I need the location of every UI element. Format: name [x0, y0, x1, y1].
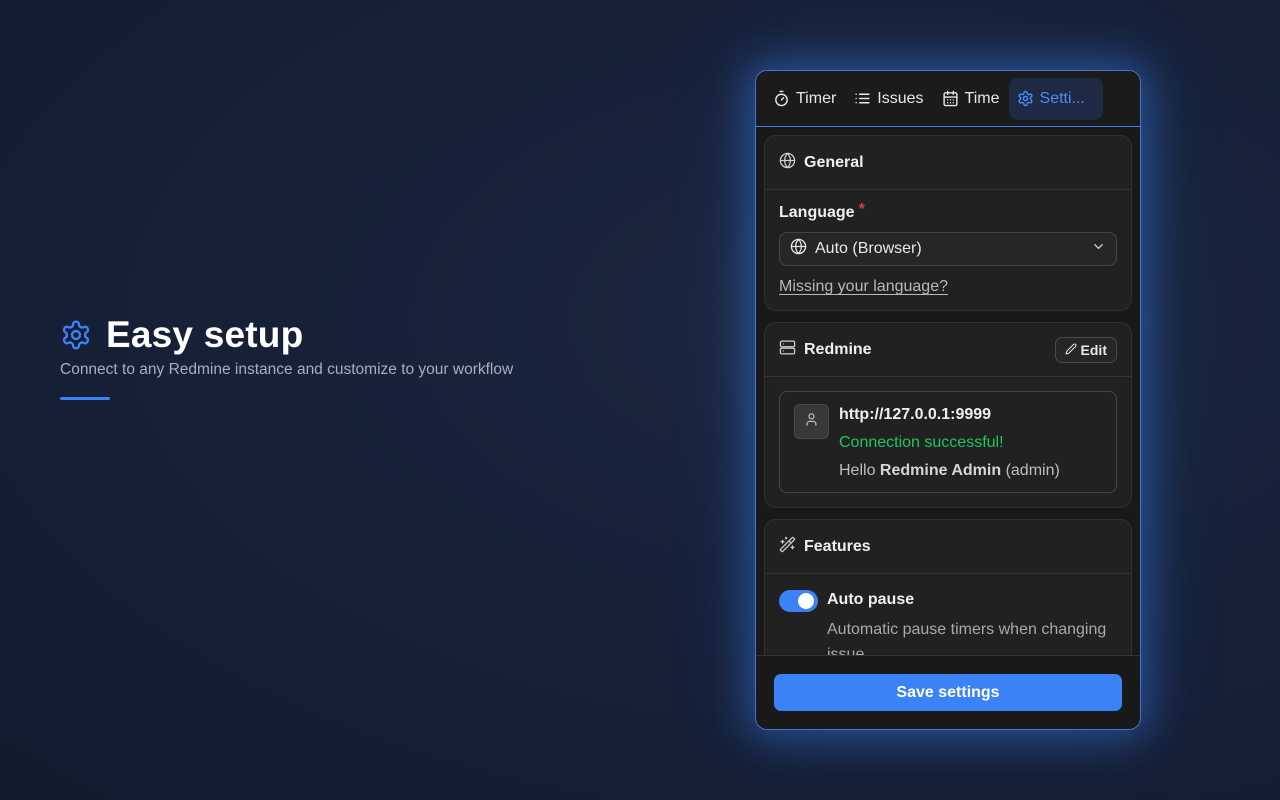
features-card-title: Features [804, 537, 871, 555]
connection-box: http://127.0.0.1:9999 Connection success… [779, 391, 1117, 493]
edit-button-label: Edit [1080, 341, 1107, 358]
chevron-down-icon [1091, 239, 1106, 259]
tab-settings[interactable]: Setti... [1008, 77, 1103, 120]
edit-button[interactable]: Edit [1054, 336, 1117, 363]
tab-label: Setti... [1039, 89, 1085, 107]
user-login: (admin) [1005, 462, 1060, 479]
feature-title: Auto pause [827, 591, 915, 608]
calendar-icon [942, 90, 959, 107]
magic-wand-icon [779, 536, 796, 558]
auto-pause-toggle[interactable] [779, 590, 818, 612]
hero-subtitle: Connect to any Redmine instance and cust… [60, 361, 514, 378]
greeting-prefix: Hello [839, 462, 876, 479]
tab-bar: Timer Issues Time Setti... [756, 71, 1140, 127]
save-settings-button[interactable]: Save settings [774, 674, 1122, 711]
hero-title: Easy setup [106, 314, 304, 355]
feature-description: Automatic pause timers when changing iss… [827, 621, 1107, 655]
language-label-text: Language [779, 204, 855, 221]
general-card: General Language * Auto (Browser) Missin… [764, 135, 1132, 311]
list-icon [854, 90, 871, 107]
connection-status: Connection successful! [839, 434, 1004, 451]
redmine-card: Redmine Edit http://127.0.0.1:9999 Conne… [764, 322, 1132, 508]
settings-scroll-area[interactable]: General Language * Auto (Browser) Missin… [756, 127, 1140, 655]
redmine-card-body: http://127.0.0.1:9999 Connection success… [765, 377, 1131, 507]
general-card-header: General [765, 136, 1131, 190]
tab-label: Issues [877, 89, 924, 107]
extension-popup: Timer Issues Time Setti... General Langu… [755, 70, 1141, 730]
avatar [794, 404, 829, 439]
globe-icon [779, 152, 796, 174]
pencil-icon [1065, 342, 1077, 358]
features-card-body: Auto pause Automatic pause timers when c… [765, 574, 1131, 655]
connection-info: http://127.0.0.1:9999 Connection success… [839, 404, 1060, 480]
hero-title-row: Easy setup [60, 313, 620, 357]
language-label: Language * [779, 201, 1117, 222]
redmine-card-header: Redmine Edit [765, 323, 1131, 377]
feature-text: Auto pause Automatic pause timers when c… [827, 588, 1117, 655]
missing-language-link[interactable]: Missing your language? [779, 278, 948, 296]
toggle-knob [798, 593, 814, 609]
gear-icon [1017, 90, 1034, 107]
stopwatch-icon [773, 90, 790, 107]
features-card-header: Features [765, 520, 1131, 574]
language-select[interactable]: Auto (Browser) [779, 232, 1117, 266]
tab-label: Timer [796, 89, 837, 107]
tab-timer[interactable]: Timer [764, 78, 845, 120]
hero-section: Easy setup Connect to any Redmine instan… [60, 313, 620, 400]
general-card-title: General [804, 153, 864, 171]
language-select-value: Auto (Browser) [815, 240, 922, 257]
tab-issues[interactable]: Issues [845, 78, 932, 120]
server-icon [779, 339, 796, 361]
user-icon [804, 412, 819, 432]
gear-icon [60, 319, 92, 351]
general-card-body: Language * Auto (Browser) Missing your l… [765, 190, 1131, 310]
tab-label: Time [964, 89, 1000, 107]
greeting: Hello Redmine Admin (admin) [839, 462, 1060, 480]
feature-auto-pause: Auto pause Automatic pause timers when c… [779, 588, 1117, 655]
globe-icon [790, 238, 807, 260]
redmine-card-title: Redmine [804, 340, 872, 358]
server-url: http://127.0.0.1:9999 [839, 406, 992, 423]
required-mark: * [858, 201, 865, 218]
user-name: Redmine Admin [879, 462, 1002, 479]
features-card: Features Auto pause Automatic pause time… [764, 519, 1132, 655]
hero-underline [60, 397, 110, 400]
tab-time[interactable]: Time [933, 78, 1009, 120]
footer: Save settings [756, 655, 1140, 729]
